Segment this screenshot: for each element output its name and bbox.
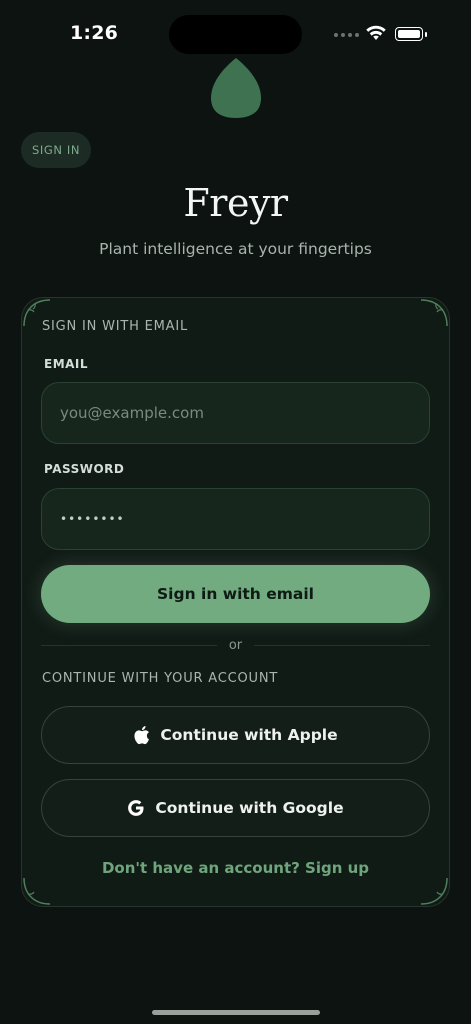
wifi-icon (366, 25, 386, 40)
home-indicator[interactable] (152, 1010, 320, 1015)
app-tagline: Plant intelligence at your fingertips (99, 240, 372, 258)
sign-up-link[interactable]: Don't have an account? Sign up (0, 859, 471, 877)
app-brand-title: Freyr (183, 181, 288, 225)
or-divider: or (41, 638, 430, 653)
corner-vine-bottom-left-icon (23, 877, 51, 905)
continue-with-google-label: Continue with Google (155, 799, 344, 817)
continue-with-google-button[interactable]: Continue with Google (41, 779, 430, 837)
continue-with-apple-label: Continue with Apple (160, 726, 338, 744)
email-field[interactable]: you@example.com (41, 382, 430, 444)
password-field-value: •••••••• (60, 512, 125, 526)
corner-vine-bottom-right-icon (420, 877, 448, 905)
email-field-placeholder: you@example.com (60, 404, 204, 422)
leaf-logo-icon (211, 58, 261, 118)
email-field-label: EMAIL (44, 357, 89, 371)
password-field[interactable]: •••••••• (41, 488, 430, 550)
battery-icon (395, 27, 427, 41)
apple-icon (134, 726, 150, 745)
google-icon (128, 800, 144, 816)
cellular-signal-icon (334, 33, 359, 37)
sign-in-with-email-button[interactable]: Sign in with email (41, 565, 430, 623)
divider-line-left (41, 645, 217, 646)
sign-in-chip: SIGN IN (21, 132, 91, 168)
email-section-title: SIGN IN WITH EMAIL (42, 319, 189, 334)
status-time: 1:26 (70, 22, 119, 44)
or-divider-text: or (228, 638, 243, 653)
dynamic-island (169, 15, 302, 54)
password-field-label: PASSWORD (44, 462, 125, 476)
account-section-title: CONTINUE WITH YOUR ACCOUNT (42, 671, 279, 686)
continue-with-apple-button[interactable]: Continue with Apple (41, 706, 430, 764)
corner-vine-top-right-icon (420, 299, 448, 327)
divider-line-right (254, 645, 430, 646)
